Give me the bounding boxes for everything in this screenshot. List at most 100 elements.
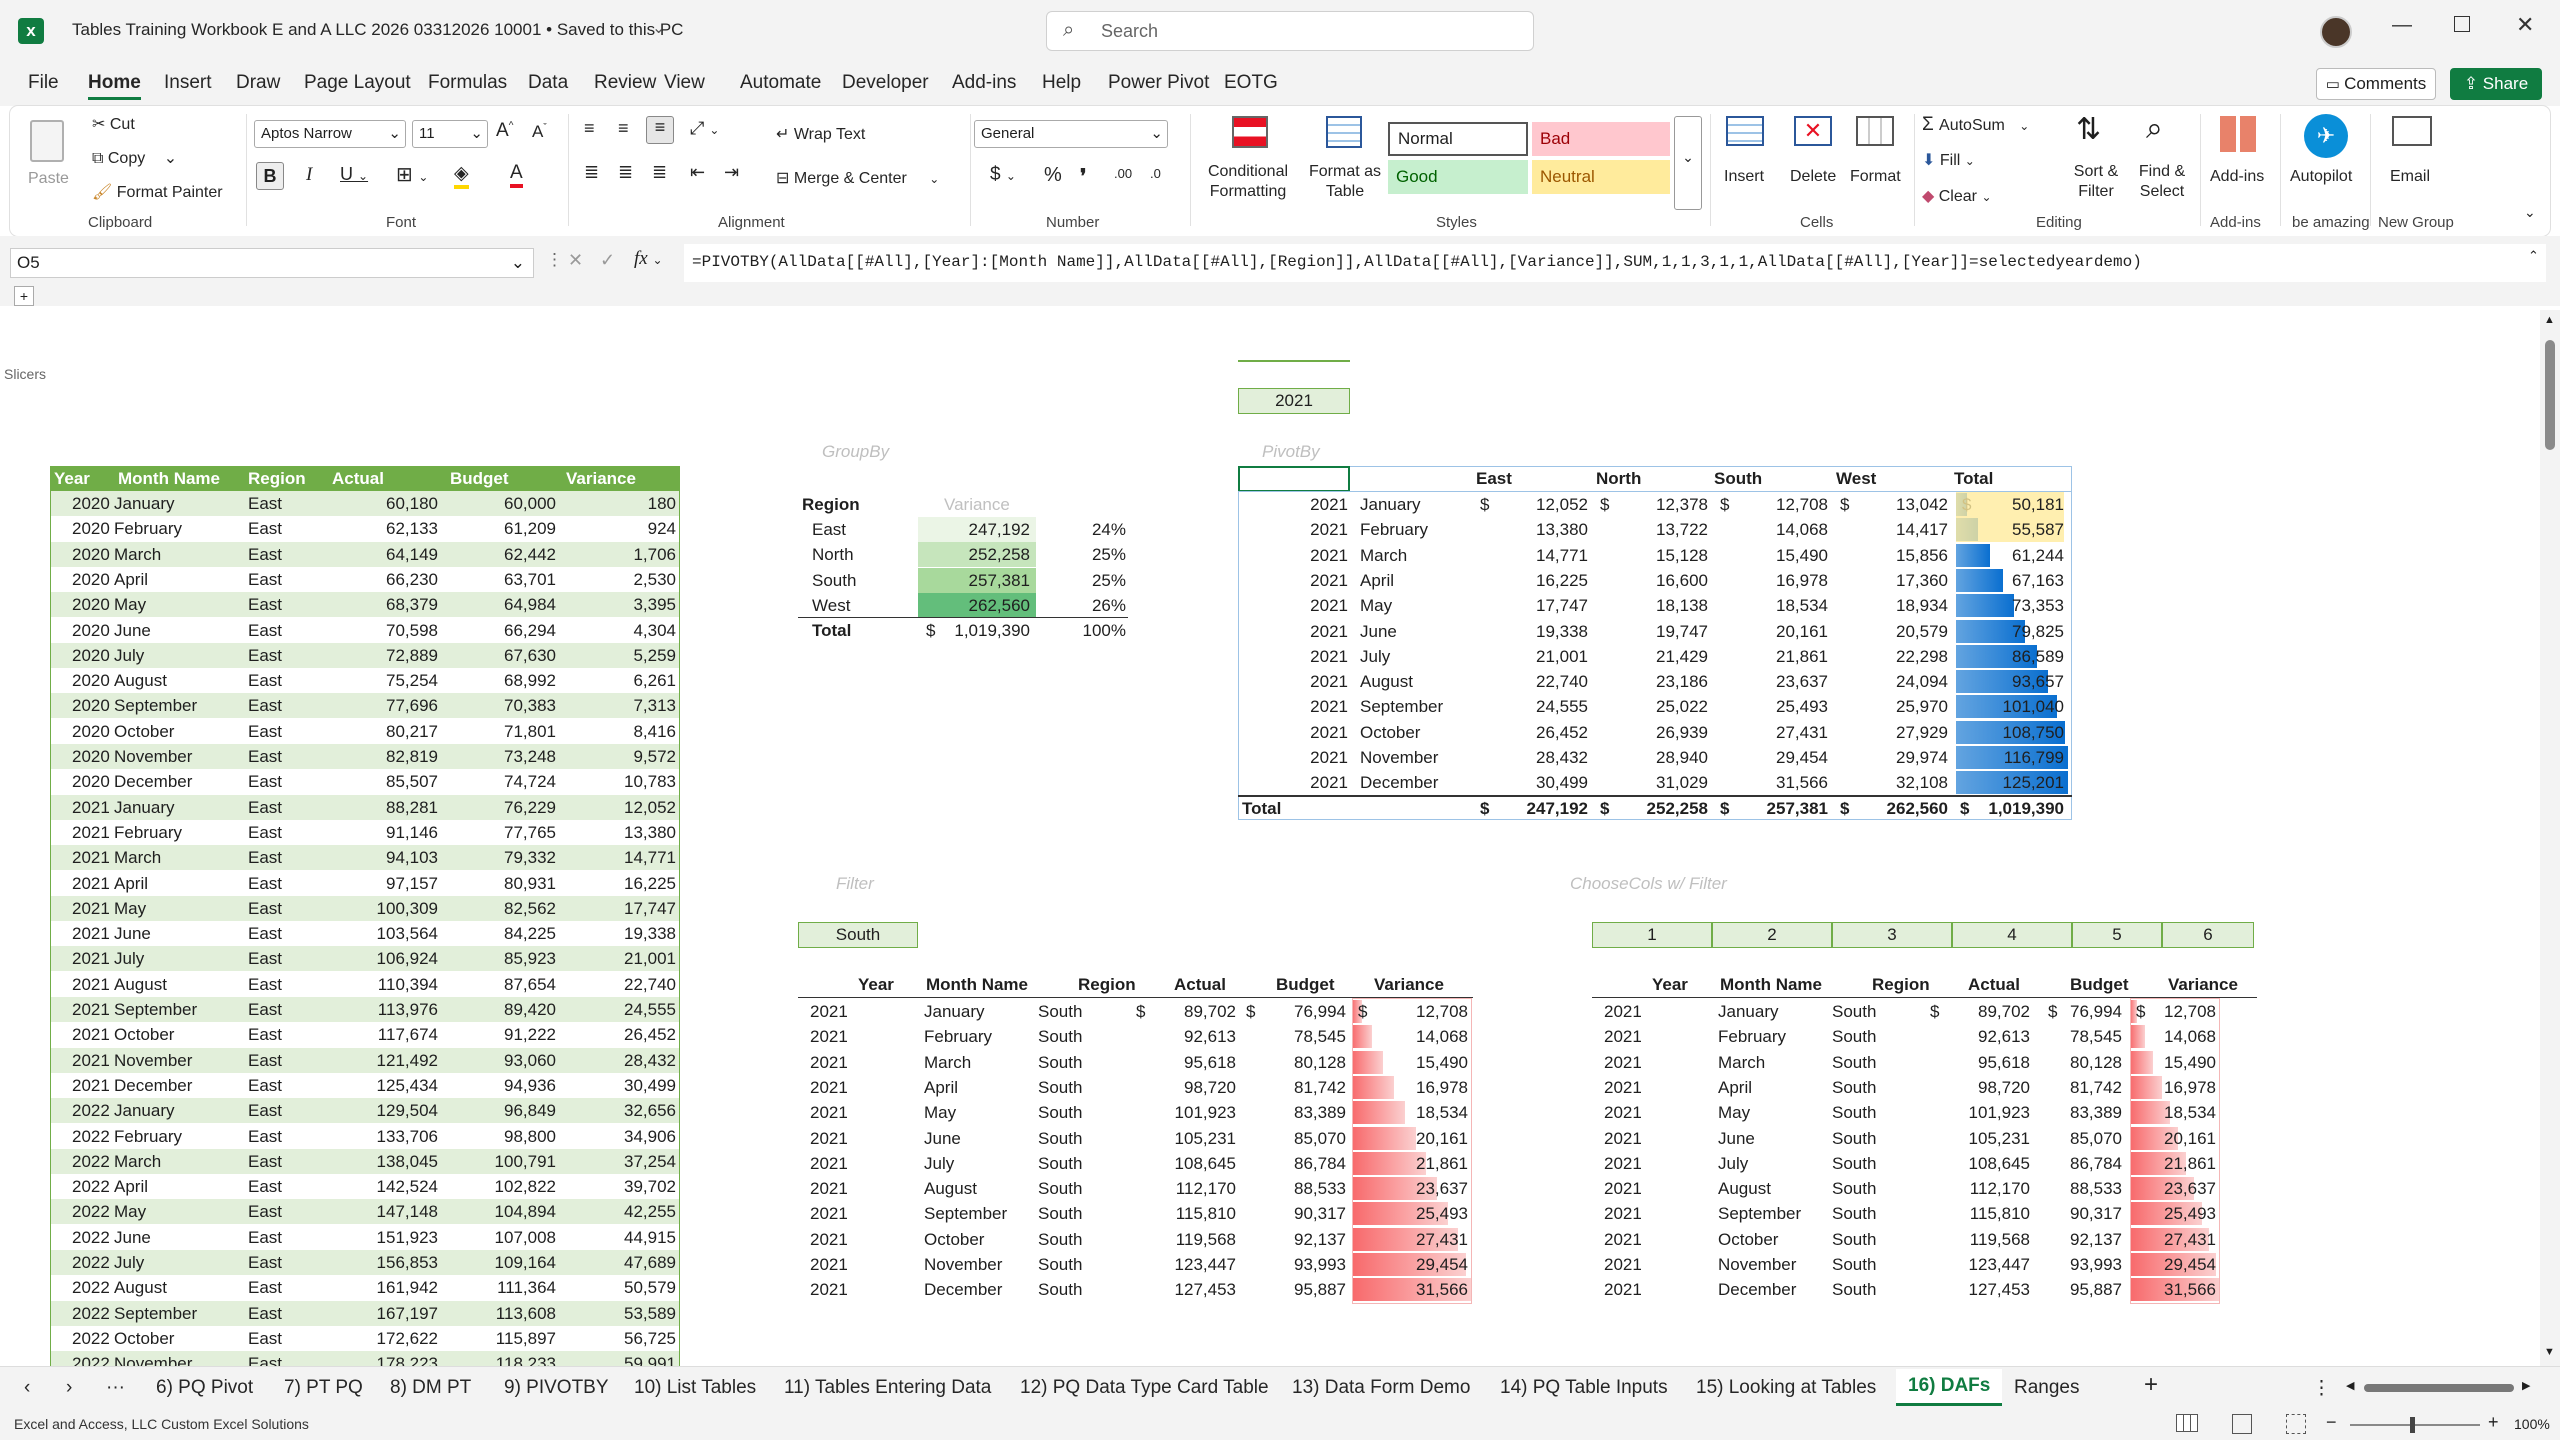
align-center-icon[interactable]: ≣ — [618, 162, 633, 183]
menu-home[interactable]: Home — [88, 72, 141, 100]
scroll-up-icon[interactable]: ▲ — [2544, 314, 2555, 326]
tab-ranges[interactable]: Ranges — [2014, 1377, 2080, 1399]
title-dropdown-icon[interactable]: ⌄ — [652, 18, 665, 38]
more-icon[interactable]: ⋮ — [546, 250, 563, 270]
zoom-in-icon[interactable]: + — [2488, 1412, 2499, 1433]
enter-icon[interactable]: ✓ — [600, 250, 615, 271]
italic-button[interactable]: I — [306, 164, 312, 186]
tab-16-dafs[interactable]: 16) DAFs — [1896, 1369, 2003, 1406]
currency-icon[interactable]: $ ⌄ — [990, 164, 1016, 186]
percent-icon[interactable]: % — [1044, 164, 1062, 187]
decrease-decimal-icon[interactable]: .0 — [1150, 166, 1161, 181]
menu-eotg[interactable]: EOTG — [1224, 72, 1278, 94]
align-right-icon[interactable]: ≣ — [652, 162, 667, 183]
zoom-slider[interactable] — [2350, 1417, 2480, 1433]
menu-insert[interactable]: Insert — [164, 72, 212, 94]
style-normal[interactable]: Normal — [1388, 122, 1528, 156]
insert-function-icon[interactable]: fx ⌄ — [634, 248, 663, 270]
align-middle-icon[interactable]: ≡ — [618, 118, 629, 139]
find-select-button[interactable]: ⌕ Find & Select — [2130, 112, 2194, 212]
clear-button[interactable]: ◆ Clear ⌄ — [1922, 186, 1992, 206]
active-cell[interactable] — [1238, 466, 1350, 492]
tab-11-tables-entering-data[interactable]: 11) Tables Entering Data — [784, 1377, 991, 1399]
close-icon[interactable]: ✕ — [2516, 12, 2534, 38]
font-size-select[interactable]: 11 ⌄ — [412, 120, 488, 148]
tab-prev-icon[interactable]: ‹ — [24, 1377, 30, 1399]
expand-formula-icon[interactable]: ⌃ — [2528, 248, 2539, 264]
decrease-indent-icon[interactable]: ⇤ — [690, 162, 705, 183]
copy-button[interactable]: ⧉ Copy ⌄ — [92, 148, 177, 168]
menu-data[interactable]: Data — [528, 72, 568, 94]
page-layout-icon[interactable] — [2232, 1414, 2252, 1434]
increase-decimal-icon[interactable]: .00 — [1114, 166, 1132, 181]
increase-indent-icon[interactable]: ⇥ — [724, 162, 739, 183]
avatar[interactable] — [2320, 16, 2352, 48]
share-button[interactable]: ⇪ Share — [2450, 68, 2542, 100]
format-painter-button[interactable]: 🖌 Format Painter — [92, 182, 223, 202]
vertical-scrollbar[interactable]: ▲ ▼ — [2540, 310, 2560, 1366]
add-sheet-icon[interactable]: + — [2144, 1371, 2158, 1399]
align-bottom-icon[interactable]: ≡ — [646, 116, 674, 144]
menu-developer[interactable]: Developer — [842, 72, 929, 94]
filter-region-cell[interactable]: South — [798, 922, 918, 948]
menu-file[interactable]: File — [28, 72, 59, 94]
scroll-thumb[interactable] — [2545, 340, 2555, 450]
underline-button[interactable]: U ⌄ — [340, 164, 368, 185]
style-bad[interactable]: Bad — [1532, 122, 1670, 156]
tab-9-pivotby[interactable]: 9) PIVOTBY — [504, 1377, 609, 1399]
page-break-icon[interactable] — [2286, 1414, 2306, 1434]
styles-more-icon[interactable]: ⌄ — [1674, 116, 1702, 210]
autosum-button[interactable]: Σ AutoSum ⌄ — [1922, 114, 2029, 136]
menu-power-pivot[interactable]: Power Pivot — [1108, 72, 1209, 94]
h-scroll-thumb[interactable] — [2364, 1384, 2514, 1392]
collapse-ribbon-icon[interactable]: ⌄ — [2524, 204, 2536, 221]
menu-draw[interactable]: Draw — [236, 72, 280, 94]
tab-10-list-tables[interactable]: 10) List Tables — [634, 1377, 756, 1399]
formula-input[interactable]: =PIVOTBY(AllData[[#All],[Year]:[Month Na… — [684, 244, 2546, 282]
font-name-select[interactable]: Aptos Narrow ⌄ — [254, 120, 406, 148]
autopilot-button[interactable]: ✈ Autopilot — [2288, 112, 2364, 212]
fill-button[interactable]: ⬇ Fill ⌄ — [1922, 150, 1975, 170]
search-box[interactable]: ⌕ Search — [1046, 11, 1534, 51]
delete-cells-button[interactable]: ✕ Delete — [1786, 112, 1842, 212]
borders-icon[interactable]: ⊞ ⌄ — [396, 162, 428, 187]
tab-14-pq-table-inputs[interactable]: 14) PQ Table Inputs — [1500, 1377, 1668, 1399]
number-format-select[interactable]: General ⌄ — [974, 120, 1168, 148]
menu-add-ins[interactable]: Add-ins — [952, 72, 1016, 94]
font-color-icon[interactable]: A — [510, 162, 523, 188]
zoom-out-icon[interactable]: − — [2326, 1412, 2337, 1433]
zoom-thumb[interactable] — [2410, 1417, 2415, 1433]
tab-7-pt-pq[interactable]: 7) PT PQ — [284, 1377, 363, 1399]
menu-page-layout[interactable]: Page Layout — [304, 72, 411, 94]
email-button[interactable]: Email — [2378, 112, 2448, 212]
paste-button[interactable]: Paste — [24, 114, 72, 204]
name-box[interactable]: O5 ⌄ — [10, 248, 534, 278]
tab-more-icon[interactable]: ··· — [106, 1377, 125, 1399]
wrap-text-button[interactable]: ↵ Wrap Text — [776, 124, 865, 144]
align-top-icon[interactable]: ≡ — [584, 118, 595, 139]
menu-formulas[interactable]: Formulas — [428, 72, 507, 94]
tab-13-data-form-demo[interactable]: 13) Data Form Demo — [1292, 1377, 1470, 1399]
tab-6-pq-pivot[interactable]: 6) PQ Pivot — [156, 1377, 253, 1399]
orientation-icon[interactable]: ⤢ ⌄ — [690, 118, 719, 139]
normal-view-icon[interactable] — [2176, 1414, 2198, 1432]
tab-12-pq-data-type-card-table[interactable]: 12) PQ Data Type Card Table — [1020, 1377, 1269, 1399]
menu-review[interactable]: Review — [594, 72, 656, 94]
menu-help[interactable]: Help — [1042, 72, 1081, 94]
window-title[interactable]: Tables Training Workbook E and A LLC 202… — [72, 20, 683, 40]
style-good[interactable]: Good — [1388, 160, 1528, 194]
format-as-table-button[interactable]: Format as Table — [1300, 112, 1390, 212]
selected-year-cell[interactable]: 2021 — [1238, 388, 1350, 414]
tab-8-dm-pt[interactable]: 8) DM PT — [390, 1377, 471, 1399]
tabs-options-icon[interactable]: ⋮ — [2312, 1377, 2331, 1400]
grow-font-icon[interactable]: A^ — [496, 120, 513, 142]
menu-view[interactable]: View — [664, 72, 705, 94]
tab-15-looking-at-tables[interactable]: 15) Looking at Tables — [1696, 1377, 1876, 1399]
fill-color-icon[interactable]: ◈ — [454, 162, 469, 189]
conditional-formatting-button[interactable]: Conditional Formatting — [1198, 112, 1298, 212]
tab-next-icon[interactable]: › — [66, 1377, 72, 1399]
minimize-icon[interactable]: — — [2392, 14, 2412, 37]
excel-logo-icon[interactable]: x — [18, 18, 44, 44]
scroll-right-icon[interactable]: ▶ — [2522, 1379, 2530, 1392]
sort-filter-button[interactable]: ⇅ Sort & Filter — [2064, 112, 2128, 212]
